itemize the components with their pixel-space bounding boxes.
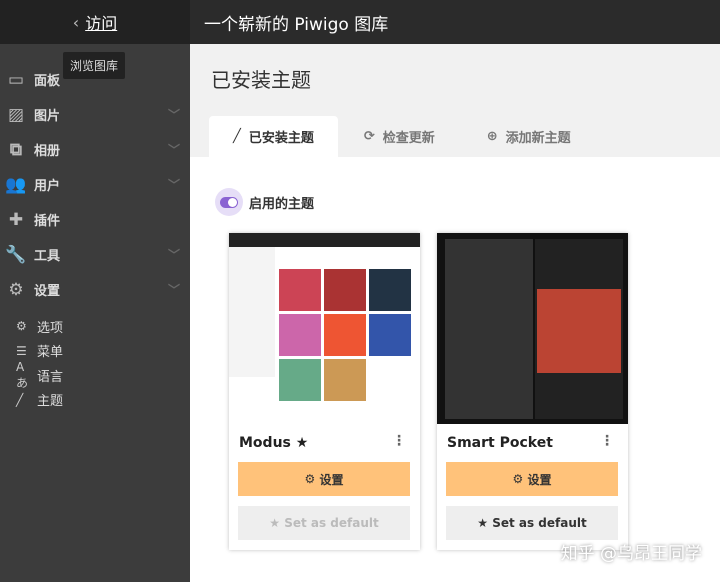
- tab-installed[interactable]: ╱ 已安装主题: [209, 116, 338, 157]
- more-options-icon[interactable]: ⋮: [600, 433, 614, 449]
- sidebar-item-photos[interactable]: ▨ 图片 ﹀: [0, 97, 190, 132]
- refresh-icon: ⟳: [363, 129, 375, 144]
- theme-screenshot: [229, 233, 420, 424]
- brush-icon: ╱: [233, 129, 241, 144]
- puzzle-icon: ✚: [8, 209, 24, 230]
- enabled-themes-heading: 启用的主题: [215, 188, 314, 216]
- star-icon: ★: [295, 435, 309, 451]
- sidebar-item-settings[interactable]: ⚙ 设置 ﹀: [0, 272, 190, 307]
- submenu-languages[interactable]: Aあ 语言: [16, 359, 63, 390]
- page-title: 已安装主题: [211, 68, 311, 92]
- sidebar-item-users[interactable]: 👥 用户 ﹀: [0, 167, 190, 202]
- gears-icon: ⚙: [16, 319, 27, 334]
- chevron-down-icon: ﹀: [167, 143, 180, 157]
- wrench-icon: 🔧: [5, 244, 27, 265]
- sidebar-nav: ▭ 面板 ▨ 图片 ﹀ ⧉ 相册 ﹀ 👥 用户 ﹀ ✚ 插件 🔧 工具 ﹀ ⚙ 设置 ﹀: [0, 62, 190, 307]
- theme-name: Modus ★: [239, 435, 309, 451]
- toggle-icon: [215, 188, 243, 216]
- plus-circle-icon: ⊕: [486, 129, 498, 144]
- sidebar-item-albums[interactable]: ⧉ 相册 ﹀: [0, 132, 190, 167]
- settings-submenu: ⚙ 选项 ☰ 菜单 Aあ 语言 ╱ 主题: [16, 314, 63, 412]
- star-icon: ★: [269, 516, 285, 530]
- users-icon: 👥: [5, 174, 27, 195]
- theme-screenshot: [437, 233, 628, 424]
- watermark: 知乎 @乌昂王同学: [560, 544, 702, 564]
- menu-icon: ☰: [16, 343, 27, 358]
- chevron-down-icon: ﹀: [167, 283, 180, 297]
- monitor-icon: ▭: [7, 69, 25, 90]
- set-default-button[interactable]: ★ Set as default: [446, 506, 618, 540]
- sidebar-item-tools[interactable]: 🔧 工具 ﹀: [0, 237, 190, 272]
- tooltip: 浏览图库: [63, 52, 126, 79]
- tab-check-updates[interactable]: ⟳ 检查更新: [338, 116, 461, 157]
- settings-button[interactable]: ⚙ 设置: [446, 462, 618, 496]
- gallery-title: 一个崭新的 Piwigo 图库: [190, 0, 720, 44]
- sidebar-item-plugins[interactable]: ✚ 插件: [0, 202, 190, 237]
- gear-icon: ⚙: [8, 279, 24, 300]
- visit-link[interactable]: ‹ 访问: [0, 0, 190, 44]
- chevron-down-icon: ﹀: [167, 108, 180, 122]
- submenu-themes[interactable]: ╱ 主题: [16, 388, 63, 413]
- tab-add-theme[interactable]: ⊕ 添加新主题: [461, 116, 597, 157]
- sidebar: ‹ 访问 ▭ 面板 ▨ 图片 ﹀ ⧉ 相册 ﹀ 👥 用户 ﹀ ✚ 插件 🔧 工具 ﹀ ⚙ 设置 ﹀ ⚙ 选项…: [0, 0, 190, 582]
- gear-icon: ⚙: [304, 472, 320, 486]
- brush-icon: ╱: [16, 392, 24, 407]
- sitemap-icon: ⧉: [9, 139, 23, 160]
- gear-icon: ⚙: [512, 472, 528, 486]
- submenu-options[interactable]: ⚙ 选项: [16, 314, 63, 339]
- theme-card-smart-pocket: Smart Pocket ⋮ ⚙ 设置 ★ Set as default: [437, 233, 628, 550]
- more-options-icon[interactable]: ⋮: [392, 433, 406, 449]
- image-icon: ▨: [7, 104, 25, 125]
- tabs: ╱ 已安装主题 ⟳ 检查更新 ⊕ 添加新主题: [209, 116, 597, 157]
- star-icon: ★: [477, 516, 493, 530]
- language-icon: Aあ: [16, 359, 29, 390]
- set-default-button: ★ Set as default: [238, 506, 410, 540]
- settings-button[interactable]: ⚙ 设置: [238, 462, 410, 496]
- chevron-left-icon: ‹: [72, 12, 80, 32]
- chevron-down-icon: ﹀: [167, 248, 180, 262]
- chevron-down-icon: ﹀: [167, 178, 180, 192]
- theme-card-modus: Modus ★ ⋮ ⚙ 设置 ★ Set as default: [229, 233, 420, 550]
- theme-name: Smart Pocket: [447, 435, 553, 451]
